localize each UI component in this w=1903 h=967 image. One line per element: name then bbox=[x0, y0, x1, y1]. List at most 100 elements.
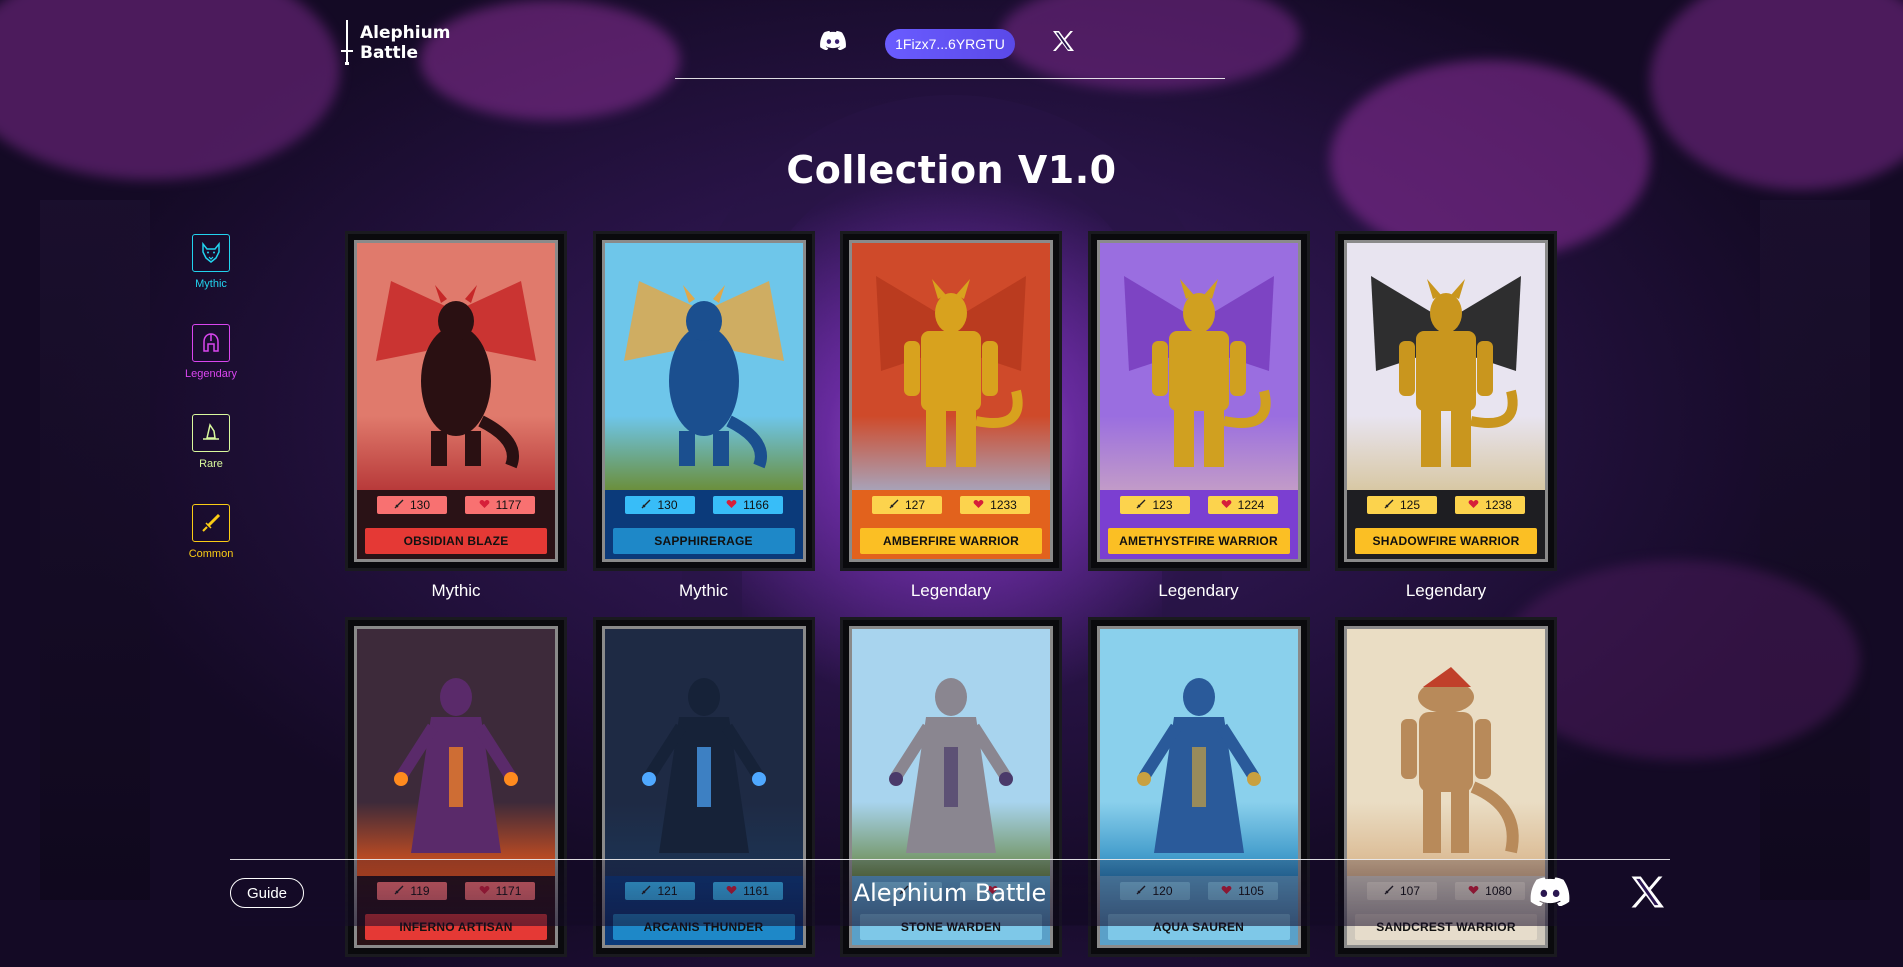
app-logo[interactable]: Alephium Battle bbox=[340, 20, 450, 66]
filter-mythic[interactable]: Mythic bbox=[182, 234, 240, 290]
mage-character-art bbox=[1136, 678, 1261, 853]
card-rarity-label: Mythic bbox=[678, 581, 729, 600]
card-art bbox=[604, 243, 803, 490]
attack-stat-value: 123 bbox=[1152, 498, 1173, 512]
dragon-character-art bbox=[376, 281, 536, 469]
heart-icon bbox=[726, 498, 737, 512]
card-art bbox=[357, 629, 555, 876]
sword-icon bbox=[394, 498, 404, 512]
discord-icon[interactable] bbox=[1530, 876, 1570, 906]
health-stat-value: 1166 bbox=[743, 498, 769, 512]
filter-label: Common bbox=[188, 548, 234, 560]
warrior-character-art bbox=[1123, 276, 1274, 467]
card-figure bbox=[866, 657, 1036, 862]
filter-rare[interactable]: Rare bbox=[182, 414, 240, 470]
filter-box bbox=[192, 504, 230, 542]
attack-stat: 125 bbox=[1367, 496, 1437, 514]
card-figure bbox=[1114, 657, 1284, 862]
card-art bbox=[852, 243, 1050, 490]
card-stats-panel: 130 1177 OBSIDIAN BLAZE bbox=[357, 490, 555, 559]
card-frame: 130 1177 OBSIDIAN BLAZE bbox=[345, 231, 567, 571]
filter-box bbox=[192, 324, 230, 362]
heart-icon bbox=[479, 498, 490, 512]
attack-stat: 127 bbox=[872, 496, 942, 514]
wallet-address-button[interactable]: 1Fizx7...6YRGTU bbox=[885, 29, 1015, 59]
warrior-character-art bbox=[876, 276, 1026, 467]
attack-stat-value: 130 bbox=[409, 498, 431, 512]
card-inner: 130 1166 SAPPHIRERAGE bbox=[601, 240, 806, 562]
card-inner: 127 1233 AMBERFIRE WARRIOR bbox=[849, 240, 1053, 562]
card-inner: 125 1238 SHADOWFIRE WARRIOR bbox=[1344, 240, 1548, 562]
health-stat-value: 1238 bbox=[1485, 498, 1512, 512]
logo-line1: Alephium bbox=[360, 23, 451, 43]
filter-box bbox=[192, 234, 230, 272]
sword-logo-icon bbox=[341, 20, 353, 65]
card-rarity-label: Mythic bbox=[431, 581, 481, 600]
card-rarity-label: Legendary bbox=[1405, 581, 1487, 600]
sword-icon bbox=[641, 498, 651, 512]
sword-icon bbox=[889, 498, 899, 512]
x-icon[interactable] bbox=[1630, 876, 1664, 908]
card-inner: 130 1177 OBSIDIAN BLAZE bbox=[354, 240, 558, 562]
attack-stat: 123 bbox=[1119, 496, 1190, 514]
x-icon[interactable] bbox=[1052, 31, 1074, 51]
top-navbar: 1Fizx7...6YRGTU bbox=[675, 26, 1225, 79]
footer: Guide Alephium Battle bbox=[230, 859, 1670, 926]
attack-stat: 130 bbox=[377, 496, 447, 514]
card-art bbox=[1347, 243, 1545, 490]
card-art bbox=[1099, 243, 1298, 490]
footer-brand: Alephium Battle bbox=[853, 879, 1047, 907]
discord-icon[interactable] bbox=[820, 30, 846, 50]
heart-icon bbox=[1221, 498, 1232, 512]
sword-icon bbox=[1384, 498, 1394, 512]
health-stat: 1177 bbox=[465, 496, 535, 514]
health-stat-value: 1224 bbox=[1237, 498, 1265, 512]
health-stat: 1238 bbox=[1455, 496, 1525, 514]
card-stats-panel: 125 1238 SHADOWFIRE WARRIOR bbox=[1347, 490, 1545, 559]
card-frame: 127 1233 AMBERFIRE WARRIOR bbox=[840, 231, 1062, 571]
collection-card[interactable]: 130 1177 OBSIDIAN BLAZE Mythic bbox=[345, 231, 567, 601]
card-art bbox=[852, 629, 1050, 876]
dragon-character-art bbox=[623, 281, 784, 469]
collection-card[interactable]: 130 1166 SAPPHIRERAGE Mythic bbox=[592, 231, 815, 601]
filter-label: Mythic bbox=[195, 278, 227, 290]
card-figure bbox=[1361, 657, 1531, 862]
filter-legendary[interactable]: Legendary bbox=[182, 324, 240, 380]
card-name: SAPPHIRERAGE bbox=[612, 528, 795, 554]
collection-card[interactable]: 127 1233 AMBERFIRE WARRIOR Legendary bbox=[840, 231, 1062, 601]
card-figure bbox=[1114, 271, 1284, 476]
filter-common[interactable]: Common bbox=[182, 504, 240, 560]
filter-label: Rare bbox=[199, 458, 223, 470]
card-frame: 123 1224 AMETHYSTFIRE WARRIOR bbox=[1087, 231, 1310, 571]
card-art bbox=[604, 629, 803, 876]
card-figure bbox=[1361, 271, 1531, 476]
card-rarity-label: Legendary bbox=[1158, 581, 1239, 600]
card-figure bbox=[619, 271, 789, 476]
heart-icon bbox=[973, 498, 984, 512]
collection-card[interactable]: 123 1224 AMETHYSTFIRE WARRIOR Legendary bbox=[1087, 231, 1310, 601]
sword-icon bbox=[202, 513, 221, 532]
health-stat: 1224 bbox=[1207, 496, 1278, 514]
mage-character-art bbox=[889, 678, 1013, 853]
wolf-icon bbox=[202, 242, 220, 263]
card-stats-panel: 123 1224 AMETHYSTFIRE WARRIOR bbox=[1099, 490, 1298, 559]
logo-text: Alephium Battle bbox=[360, 23, 450, 63]
card-name: SHADOWFIRE WARRIOR bbox=[1355, 528, 1537, 554]
card-figure bbox=[371, 657, 541, 862]
card-name: OBSIDIAN BLAZE bbox=[365, 528, 547, 554]
health-stat-value: 1177 bbox=[495, 498, 522, 512]
heart-icon bbox=[1468, 498, 1479, 512]
helmet-icon bbox=[203, 333, 219, 352]
lizard-character-art bbox=[1401, 667, 1519, 854]
wizard-hat-icon bbox=[203, 423, 219, 440]
attack-stat-value: 125 bbox=[1399, 498, 1421, 512]
mage-character-art bbox=[394, 678, 518, 853]
sword-icon bbox=[1136, 498, 1146, 512]
logo-line2: Battle bbox=[360, 43, 419, 63]
card-art bbox=[357, 243, 555, 490]
page-title: Collection V1.0 bbox=[786, 148, 1117, 192]
warrior-character-art bbox=[1371, 276, 1521, 467]
collection-card[interactable]: 125 1238 SHADOWFIRE WARRIOR Legendary bbox=[1335, 231, 1557, 601]
card-figure bbox=[866, 271, 1036, 476]
mage-character-art bbox=[641, 678, 766, 853]
